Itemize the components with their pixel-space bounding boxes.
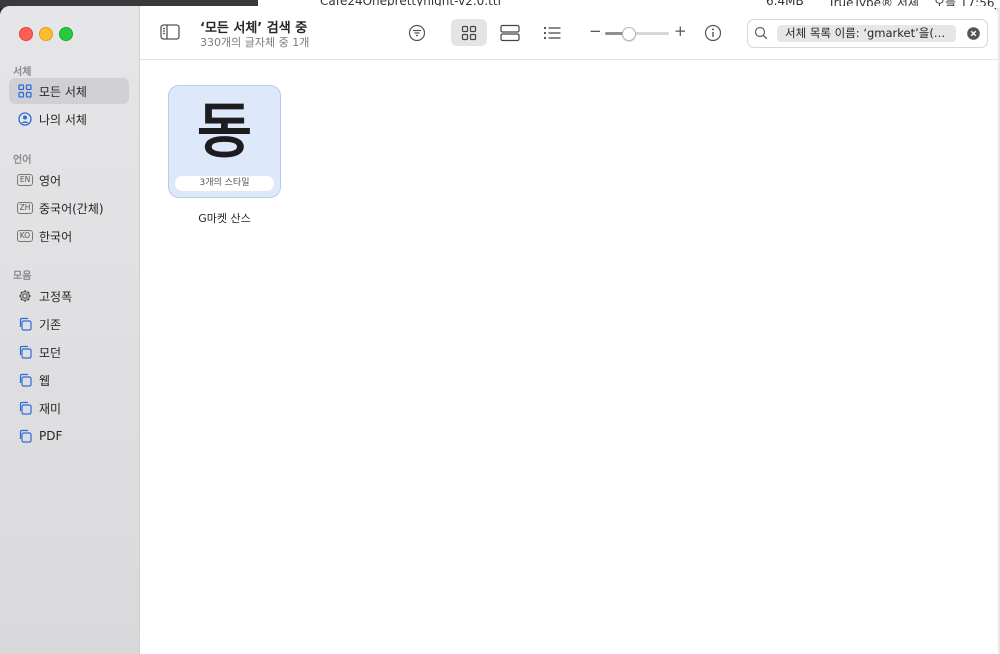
sidebar-item-label: 재미 xyxy=(39,401,62,416)
sidebar-toggle-icon[interactable] xyxy=(160,22,180,42)
sidebar-item-chinese-simplified[interactable]: ZH 중국어(간체) xyxy=(9,195,129,221)
font-grid: 동 3개의 스타일 G마켓 산스 xyxy=(140,60,998,654)
clear-search-icon[interactable] xyxy=(966,26,980,40)
sidebar-item-all-fonts[interactable]: 모든 서체 xyxy=(9,78,129,104)
sidebar-item-label: 고정폭 xyxy=(39,289,73,304)
zoom-slider-knob[interactable] xyxy=(622,27,637,41)
language-badge-icon: KO xyxy=(16,228,34,244)
font-card[interactable]: 동 3개의 스타일 xyxy=(168,85,281,198)
sidebar-item-label: 모든 서체 xyxy=(39,84,87,99)
sidebar-section-header-collections: 모음 xyxy=(13,271,32,282)
collection-icon xyxy=(17,372,33,388)
search-field[interactable]: 서체 목록 이름: ‘gmarket’을(… xyxy=(747,19,988,48)
sidebar-item-label: 모던 xyxy=(39,345,62,360)
language-badge-icon: ZH xyxy=(16,200,34,216)
search-token[interactable]: 서체 목록 이름: ‘gmarket’을(… xyxy=(777,25,956,42)
search-icon xyxy=(754,26,768,40)
font-preview-glyph: 동 xyxy=(196,97,253,167)
sidebar-item-label: 기존 xyxy=(39,317,62,332)
sidebar-section-header-fonts: 서체 xyxy=(13,67,32,78)
sidebar-item-label: 한국어 xyxy=(39,229,73,244)
sidebar-item-english[interactable]: EN 영어 xyxy=(9,167,129,193)
sidebar-item-label: PDF xyxy=(39,429,63,443)
sidebar-item-my-fonts[interactable]: 나의 서체 xyxy=(9,106,129,132)
strip-view-icon[interactable] xyxy=(500,23,520,43)
toolbar: ‘모든 서체’ 검색 중 330개의 글자체 중 1개 − + 서체 목록 이름… xyxy=(140,6,998,60)
zoom-out-button[interactable]: − xyxy=(589,22,602,40)
zoom-in-button[interactable]: + xyxy=(674,22,687,40)
font-name-label: G마켓 산스 xyxy=(198,212,251,225)
font-book-window: 서체 모든 서체 나의 서체 언어 EN 영어 ZH 중국어(간체) KO 한국… xyxy=(0,6,998,654)
sidebar-item-label: 영어 xyxy=(39,173,62,188)
filter-icon[interactable] xyxy=(407,23,427,43)
close-window-button[interactable] xyxy=(19,27,33,41)
grid-icon xyxy=(17,83,33,99)
sidebar-item-fun[interactable]: 재미 xyxy=(9,395,129,421)
minimize-window-button[interactable] xyxy=(39,27,53,41)
sidebar-item-modern[interactable]: 모던 xyxy=(9,339,129,365)
info-icon[interactable] xyxy=(703,23,723,43)
gear-icon xyxy=(17,288,33,304)
sidebar-item-classic[interactable]: 기존 xyxy=(9,311,129,337)
collection-icon xyxy=(17,344,33,360)
grid-view-icon[interactable] xyxy=(459,23,479,43)
collection-icon xyxy=(17,428,33,444)
list-view-icon[interactable] xyxy=(542,23,562,43)
person-circle-icon xyxy=(17,111,33,127)
sidebar-item-pdf[interactable]: PDF xyxy=(9,423,129,449)
style-count-badge: 3개의 스타일 xyxy=(175,176,274,191)
sidebar-item-label: 웹 xyxy=(39,373,51,388)
zoom-slider[interactable] xyxy=(605,32,669,35)
sidebar-item-web[interactable]: 웹 xyxy=(9,367,129,393)
collection-icon xyxy=(17,400,33,416)
sidebar: 서체 모든 서체 나의 서체 언어 EN 영어 ZH 중국어(간체) KO 한국… xyxy=(0,6,140,654)
sidebar-section-header-languages: 언어 xyxy=(13,155,32,166)
sidebar-item-label: 나의 서체 xyxy=(39,112,87,127)
collection-icon xyxy=(17,316,33,332)
language-badge-icon: EN xyxy=(16,172,34,188)
zoom-window-button[interactable] xyxy=(59,27,73,41)
sidebar-item-label: 중국어(간체) xyxy=(39,201,104,216)
sidebar-item-fixed-width[interactable]: 고정폭 xyxy=(9,283,129,309)
result-count: 330개의 글자체 중 1개 xyxy=(200,36,310,49)
sidebar-item-korean[interactable]: KO 한국어 xyxy=(9,223,129,249)
